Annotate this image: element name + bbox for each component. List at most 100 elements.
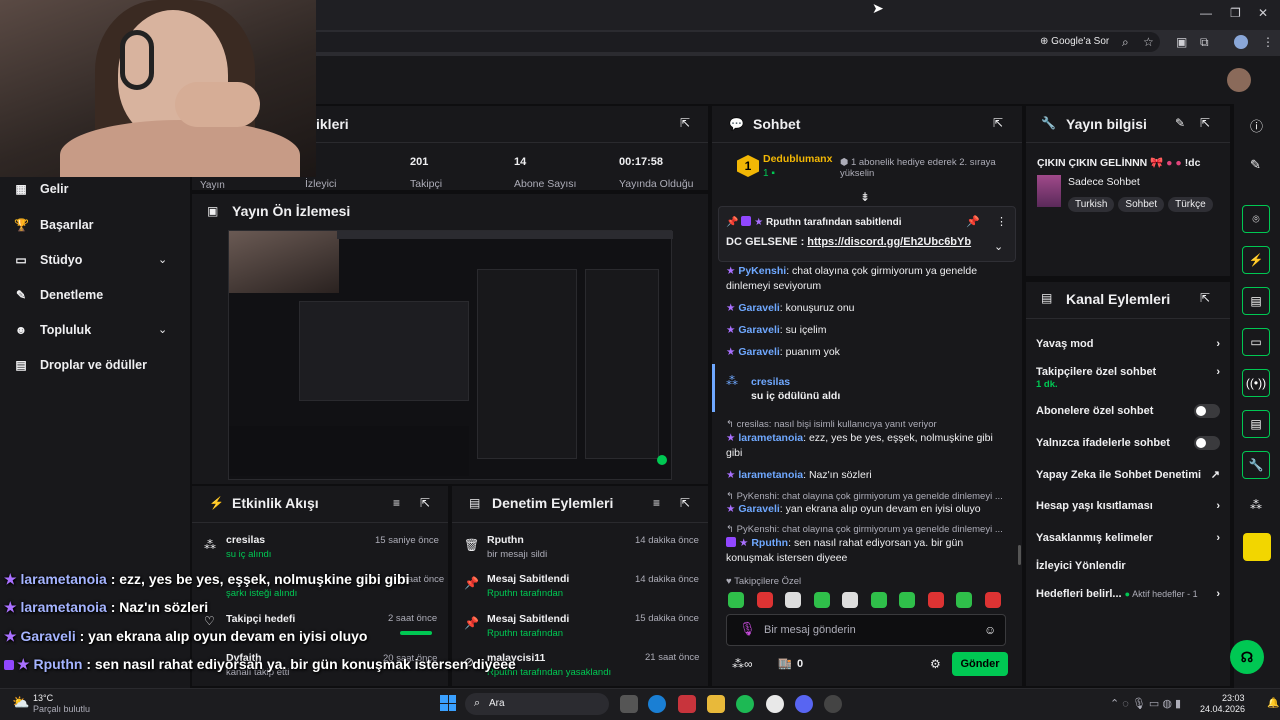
- category-boxart[interactable]: [1037, 175, 1061, 207]
- windows-start-icon[interactable]: [440, 695, 456, 711]
- media-icon[interactable]: ▣: [1176, 35, 1187, 49]
- rail-button-wrench[interactable]: 🔧: [1242, 451, 1270, 479]
- send-button[interactable]: Gönder: [952, 652, 1008, 676]
- chevron-down-icon[interactable]: ⌄: [994, 240, 1003, 253]
- chevron-down-icon[interactable]: ⌄: [158, 323, 167, 336]
- edge-icon[interactable]: [648, 695, 666, 713]
- emote-icon[interactable]: [842, 592, 858, 608]
- support-headset-icon[interactable]: ☊: [1230, 640, 1264, 674]
- user-avatar[interactable]: [1227, 68, 1251, 92]
- pinned-link[interactable]: https://discord.gg/Eh2Ubc6bYb: [807, 236, 971, 248]
- popout-icon[interactable]: ⇱: [420, 496, 430, 510]
- sidebar-item-topluluk[interactable]: ☻ Topluluk: [14, 323, 91, 337]
- app-p-icon[interactable]: [678, 695, 696, 713]
- chat-username[interactable]: larametanoia: [738, 432, 803, 444]
- sidebar-item-gelir[interactable]: ▦ Gelir: [14, 182, 68, 196]
- info-icon[interactable]: ⓘ: [1250, 116, 1263, 135]
- sidebar-item-basarilar[interactable]: 🏆 Başarılar: [14, 218, 94, 232]
- mod-action-title[interactable]: Rputhn: [487, 534, 524, 546]
- top-gifter-name[interactable]: Dedublumanx: [763, 153, 832, 165]
- chat-username[interactable]: Rputhn: [751, 537, 788, 549]
- emote-icon[interactable]: [899, 592, 915, 608]
- minimize-icon[interactable]: —: [1200, 6, 1212, 20]
- rail-extension-icon[interactable]: [1243, 533, 1271, 561]
- close-icon[interactable]: ✕: [1258, 6, 1268, 20]
- address-bar[interactable]: [300, 32, 1160, 52]
- rail-button-broadcast[interactable]: ((•)): [1242, 369, 1270, 397]
- action-account-age[interactable]: Hesap yaşı kısıtlaması ›: [1036, 500, 1220, 512]
- taskbar-search[interactable]: [465, 693, 609, 715]
- emote-icon[interactable]: [956, 592, 972, 608]
- emote-icon[interactable]: [785, 592, 801, 608]
- action-followers-only[interactable]: Takipçilere özel sohbet ›: [1036, 366, 1220, 378]
- popout-icon[interactable]: ⇱: [1200, 291, 1210, 305]
- microphone-icon[interactable]: 🎙: [739, 621, 756, 637]
- edit-pencil-icon[interactable]: ✎: [1250, 157, 1261, 173]
- action-raid[interactable]: İzleyici Yönlendir: [1036, 560, 1220, 572]
- emoji-icon[interactable]: ☺: [984, 623, 996, 637]
- emote-icon[interactable]: [870, 592, 887, 608]
- chat-username[interactable]: larametanoia: [738, 469, 803, 481]
- chat-scrollbar[interactable]: [1018, 545, 1021, 565]
- chrome-icon[interactable]: [766, 695, 784, 713]
- channel-points-icon[interactable]: ⁂∞: [732, 657, 753, 671]
- bookmark-star-icon[interactable]: ☆: [1143, 35, 1154, 49]
- popout-icon[interactable]: ⇱: [680, 116, 690, 130]
- clock-time[interactable]: 23:03: [1222, 693, 1245, 703]
- edit-pencil-icon[interactable]: ✎: [1175, 116, 1185, 130]
- tag[interactable]: Sohbet: [1118, 197, 1165, 212]
- activity-user[interactable]: cresilas: [226, 534, 265, 546]
- action-slow-mode[interactable]: Yavaş mod ›: [1036, 338, 1220, 350]
- emote-icon[interactable]: [927, 592, 944, 608]
- emote-icon[interactable]: [984, 592, 1001, 608]
- emote-icon[interactable]: [813, 592, 830, 608]
- sidebar-item-denetleme[interactable]: ✎ Denetleme: [14, 288, 103, 302]
- stream-category[interactable]: Sadece Sohbet: [1068, 176, 1140, 188]
- rail-button-document[interactable]: ▤: [1242, 287, 1270, 315]
- extensions-icon[interactable]: ⧉: [1200, 35, 1209, 50]
- filter-icon[interactable]: ≡: [393, 496, 400, 510]
- profile-avatar[interactable]: [1234, 35, 1248, 49]
- app-icon[interactable]: [824, 695, 842, 713]
- tag[interactable]: Turkish: [1068, 197, 1115, 212]
- filter-icon[interactable]: ≡: [653, 496, 660, 510]
- rail-button-camera[interactable]: ⌾: [1242, 205, 1270, 233]
- collapse-arrow-icon[interactable]: ⇟: [860, 190, 870, 204]
- menu-kebab-icon[interactable]: ⋮: [1262, 35, 1274, 49]
- rail-button-chat[interactable]: ▭: [1242, 328, 1270, 356]
- stream-preview-video[interactable]: [228, 230, 673, 480]
- tray-icons[interactable]: ⌃ ◌ 🎙 ▭ ◍ ▮: [1110, 697, 1181, 710]
- emote-icon[interactable]: [756, 592, 773, 608]
- chat-username[interactable]: Garaveli: [738, 324, 779, 336]
- file-explorer-icon[interactable]: [707, 695, 725, 713]
- chat-username[interactable]: PyKenshi: [738, 265, 786, 277]
- chat-username[interactable]: Garaveli: [738, 302, 779, 314]
- store-icon[interactable]: 🏬: [778, 657, 792, 670]
- spotify-icon[interactable]: [736, 695, 754, 713]
- action-banned-words[interactable]: Yasaklanmış kelimeler ›: [1036, 532, 1220, 544]
- popout-icon[interactable]: ⇱: [993, 116, 1003, 130]
- notification-icon[interactable]: 🔔: [1267, 698, 1279, 709]
- discord-icon[interactable]: [795, 695, 813, 713]
- chevron-down-icon[interactable]: ⌄: [158, 253, 167, 266]
- maximize-icon[interactable]: ❐: [1230, 6, 1241, 20]
- settings-gear-icon[interactable]: ⚙: [930, 657, 941, 671]
- subs-only-toggle[interactable]: [1194, 404, 1220, 418]
- emote-icon[interactable]: [728, 592, 744, 608]
- more-options-icon[interactable]: ⋮: [996, 215, 1007, 228]
- zoom-icon[interactable]: ⌕: [1122, 35, 1129, 50]
- unpin-icon[interactable]: 📌: [966, 215, 980, 228]
- emote-only-toggle[interactable]: [1194, 436, 1220, 450]
- popout-icon[interactable]: ⇱: [1200, 116, 1210, 130]
- action-ai-moderation[interactable]: Yapay Zeka ile Sohbet Denetimi ↗: [1036, 468, 1220, 482]
- chat-username[interactable]: Garaveli: [738, 346, 779, 358]
- tag[interactable]: Türkçe: [1168, 197, 1213, 212]
- sidebar-item-droplar[interactable]: ▤ Droplar ve ödüller: [14, 358, 147, 372]
- task-view-icon[interactable]: [620, 695, 638, 713]
- channel-points-icon[interactable]: ⁂: [1250, 498, 1262, 512]
- popout-icon[interactable]: ⇱: [680, 496, 690, 510]
- sidebar-item-studyo[interactable]: ▭ Stüdyo: [14, 253, 82, 267]
- redemption-user[interactable]: cresilas: [751, 376, 790, 388]
- rail-button-lightning[interactable]: ⚡: [1242, 246, 1270, 274]
- weather-temp[interactable]: 13°C: [33, 693, 53, 703]
